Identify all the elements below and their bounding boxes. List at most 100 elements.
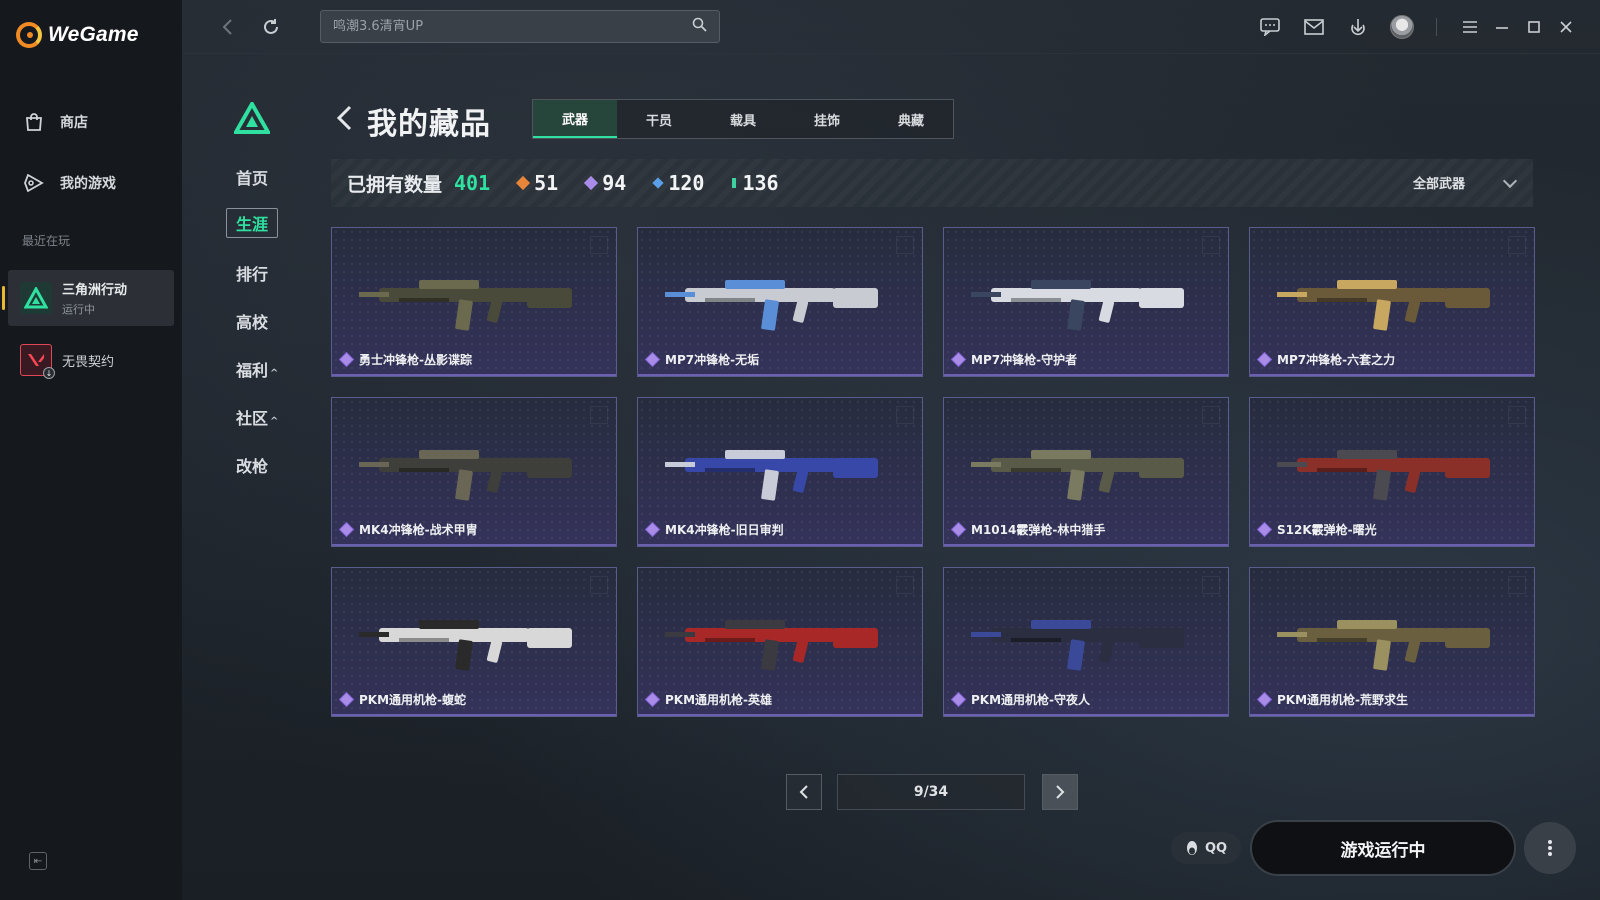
item-name: M1014霰弹枪-林中猎手 <box>971 523 1106 537</box>
game-nav-career[interactable]: 生涯 <box>226 208 279 238</box>
game-nav-gunsmith[interactable]: 改枪 <box>236 453 268 477</box>
rarity-gem-icon <box>584 175 599 191</box>
item-label: S12K霰弹枪-曙光 <box>1258 521 1377 538</box>
delta-force-icon <box>20 282 52 314</box>
qq-label: QQ <box>1204 840 1228 856</box>
prev-page-button[interactable] <box>786 774 822 810</box>
collection-item-card[interactable]: PKM通用机枪-英雄 <box>637 567 923 717</box>
user-avatar[interactable] <box>1389 14 1415 40</box>
avatar <box>1390 15 1414 39</box>
item-name: MP7冲锋枪-无垢 <box>665 353 760 367</box>
rarity-gem-icon <box>646 353 659 366</box>
chat-icon[interactable] <box>1257 14 1283 40</box>
sidebar-item-store[interactable]: 商店 <box>22 110 88 134</box>
collection-item-card[interactable]: MP7冲锋枪-无垢 <box>637 227 923 377</box>
collection-item-card[interactable]: 勇士冲锋枪-丛影谍踪 <box>331 227 617 377</box>
item-name: MP7冲锋枪-六套之力 <box>1277 353 1396 367</box>
item-name: S12K霰弹枪-曙光 <box>1277 523 1377 537</box>
rarity-gem-icon <box>516 175 531 191</box>
sidebar-item-label: 我的游戏 <box>60 176 116 192</box>
tab-vehicles[interactable]: 载具 <box>701 100 785 138</box>
weapon-image <box>332 588 616 688</box>
weapon-image <box>638 588 922 688</box>
delta-force-logo[interactable] <box>232 99 272 138</box>
game-nav-community[interactable]: 社区 ^ <box>236 405 278 429</box>
weapon-silhouette-icon <box>1277 620 1490 671</box>
item-label: MP7冲锋枪-无垢 <box>646 351 760 368</box>
owned-label: 已拥有数量 <box>347 173 443 196</box>
collapse-sidebar-icon[interactable]: ⇤ <box>29 852 47 870</box>
back-arrow-icon[interactable] <box>335 104 353 139</box>
qq-button[interactable]: QQ <box>1171 832 1241 864</box>
close-icon[interactable] <box>1553 14 1579 40</box>
chevron-left-icon <box>799 785 808 799</box>
weapon-image <box>1250 248 1534 348</box>
item-label: 勇士冲锋枪-丛影谍踪 <box>340 351 472 368</box>
collection-item-card[interactable]: M1014霰弹枪-林中猎手 <box>943 397 1229 547</box>
tab-collection[interactable]: 典藏 <box>869 100 953 138</box>
page-title: 我的藏品 <box>367 107 491 142</box>
collection-item-card[interactable]: PKM通用机枪-蝮蛇 <box>331 567 617 717</box>
stats-bar: 已拥有数量 401 51 94 120 136 全部武器 <box>331 159 1533 207</box>
game-nav-welfare[interactable]: 福利 ^ <box>236 357 278 381</box>
rarity-orange: 51 <box>516 171 558 195</box>
item-name: MP7冲锋枪-守护者 <box>971 353 1078 367</box>
page-indicator: 9/34 <box>837 774 1025 810</box>
back-nav-icon[interactable] <box>214 14 240 40</box>
weapon-silhouette-icon <box>359 450 572 501</box>
bag-icon <box>22 110 46 134</box>
game-nav-college[interactable]: 高校 <box>236 309 268 333</box>
weapon-silhouette-icon <box>1277 450 1490 501</box>
weapon-silhouette-icon <box>665 450 878 501</box>
collection-item-card[interactable]: MP7冲锋枪-守护者 <box>943 227 1229 377</box>
collection-item-card[interactable]: MK4冲锋枪-战术甲胄 <box>331 397 617 547</box>
weapon-image <box>944 248 1228 348</box>
maximize-icon[interactable] <box>1521 14 1547 40</box>
item-label: MK4冲锋枪-旧日审判 <box>646 521 784 538</box>
rarity-gem-icon <box>952 693 965 706</box>
rarity-green: 136 <box>732 171 779 195</box>
item-label: PKM通用机枪-荒野求生 <box>1258 691 1409 708</box>
rarity-gem-icon <box>1258 523 1271 536</box>
wegame-logo[interactable]: WeGame <box>16 22 139 48</box>
tab-weapons[interactable]: 武器 <box>533 100 617 138</box>
rarity-gem-icon <box>340 523 353 536</box>
collection-item-card[interactable]: PKM通用机枪-荒野求生 <box>1249 567 1535 717</box>
topbar-divider <box>1436 18 1437 36</box>
rarity-gem-icon <box>952 353 965 366</box>
menu-icon[interactable] <box>1457 14 1483 40</box>
chevron-down-icon <box>1502 173 1518 188</box>
item-name: PKM通用机枪-荒野求生 <box>1277 693 1409 707</box>
minimize-icon[interactable] <box>1489 14 1515 40</box>
collection-item-card[interactable]: S12K霰弹枪-曙光 <box>1249 397 1535 547</box>
search-icon[interactable] <box>692 17 707 36</box>
launch-game-button[interactable]: 游戏运行中 <box>1250 820 1516 876</box>
collection-item-card[interactable]: MP7冲锋枪-六套之力 <box>1249 227 1535 377</box>
download-icon[interactable] <box>1345 14 1371 40</box>
rarity-gem-icon <box>646 693 659 706</box>
rarity-gem-icon <box>646 523 659 536</box>
mail-icon[interactable] <box>1301 14 1327 40</box>
weapon-filter-dropdown[interactable]: 全部武器 <box>1413 173 1518 192</box>
tab-operators[interactable]: 干员 <box>617 100 701 138</box>
more-options-icon[interactable] <box>1524 822 1576 874</box>
game-nav-home[interactable]: 首页 <box>236 165 268 189</box>
recent-game-delta-force[interactable]: 三角洲行动 运行中 <box>2 270 174 326</box>
weapon-silhouette-icon <box>971 450 1184 501</box>
refresh-icon[interactable] <box>258 14 284 40</box>
valorant-icon: ↓ <box>20 344 55 379</box>
weapon-image <box>638 248 922 348</box>
rarity-gem-icon <box>952 523 965 536</box>
search-box[interactable] <box>320 10 720 43</box>
download-badge-icon: ↓ <box>43 367 55 379</box>
sidebar-item-my-games[interactable]: 我的游戏 <box>22 171 116 195</box>
rarity-count: 136 <box>742 171 779 195</box>
collection-item-card[interactable]: PKM通用机枪-守夜人 <box>943 567 1229 717</box>
search-input[interactable] <box>333 19 692 34</box>
game-nav-label: 改枪 <box>236 457 269 476</box>
next-page-button[interactable] <box>1042 774 1078 810</box>
tab-charms[interactable]: 挂饰 <box>785 100 869 138</box>
recent-game-valorant[interactable]: ↓ 无畏契约 <box>8 332 174 388</box>
collection-item-card[interactable]: MK4冲锋枪-旧日审判 <box>637 397 923 547</box>
game-nav-ranking[interactable]: 排行 <box>236 261 268 285</box>
